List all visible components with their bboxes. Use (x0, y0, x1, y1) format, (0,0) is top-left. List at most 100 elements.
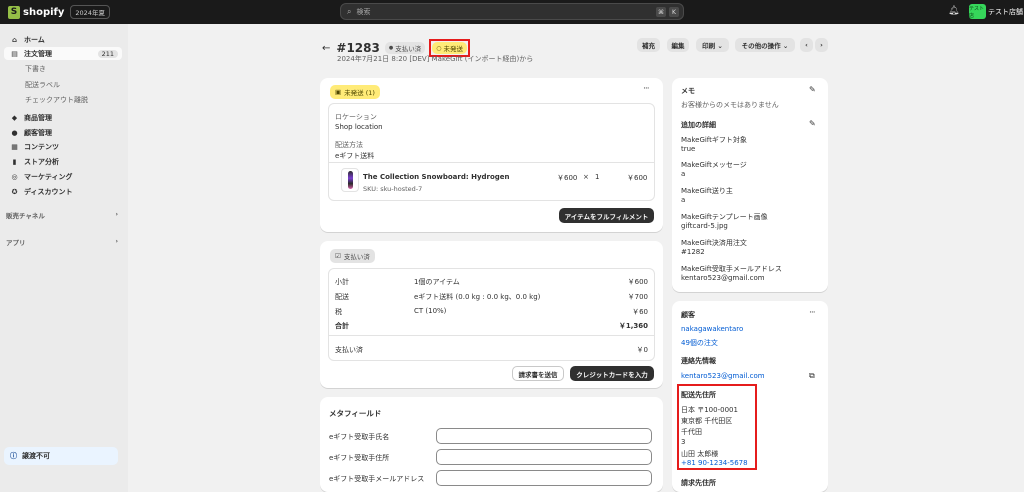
order-number: #1283 (336, 41, 380, 55)
section-label: アプリ (6, 239, 26, 247)
paid-badge: ☑ 支払い済 (330, 249, 375, 263)
sidebar-item-marketing[interactable]: ◎ マーケティング (4, 170, 122, 183)
sidebar-item-label: 顧客管理 (24, 128, 52, 137)
detail-value: giftcard-5.jpg (681, 222, 728, 230)
send-invoice-button[interactable]: 請求書を送信 (512, 366, 564, 381)
k-key-label: K (669, 7, 679, 17)
order-subtitle: 2024年7月21日 8:20 [DEV] MakeGift (インポート経由)… (337, 55, 534, 63)
sidebar-subitem-abandoned-checkouts[interactable]: チェックアウト離脱 (25, 95, 88, 105)
badge-label: 未発送 (443, 45, 463, 53)
contact-info-title: 連絡先情報 (681, 357, 716, 365)
next-order-button[interactable]: › (815, 38, 828, 52)
store-avatar[interactable]: テスト店 (969, 4, 986, 19)
product-thumbnail[interactable] (341, 168, 359, 192)
tax-label: 税 (335, 308, 342, 316)
customer-name-link[interactable]: nakagawakentaro (681, 325, 743, 333)
print-button[interactable]: 印刷 ⌄ (696, 38, 729, 52)
detail-value: true (681, 145, 696, 153)
enter-credit-card-button[interactable]: クレジットカードを入力 (570, 366, 654, 381)
detail-value: #1282 (681, 248, 705, 256)
non-transferable-banner[interactable]: ⓘ 譲渡不可 (4, 447, 118, 465)
detail-value: a (681, 170, 686, 178)
detail-label: MakeGiftメッセージ (681, 161, 747, 169)
previous-order-button[interactable]: ‹ (800, 38, 813, 52)
detail-value: kentaro523@gmail.com (681, 274, 765, 282)
status-dot-icon: ● (388, 45, 394, 51)
restock-button[interactable]: 補充 (637, 38, 660, 52)
shipping-amount: ￥700 (627, 293, 648, 301)
metafields-card: メタフィールド eギフト受取手氏名 eギフト受取手住所 eギフト受取手メールアド… (320, 397, 663, 492)
sidebar-section-sales-channels[interactable]: 販売チャネル › (6, 210, 118, 220)
edit-button[interactable]: 編集 (667, 38, 689, 52)
sidebar-item-content[interactable]: ▦ コンテンツ (4, 140, 122, 153)
payment-status-badge: ● 支払い済 (384, 42, 426, 54)
customer-title: 顧客 (681, 311, 695, 319)
subtotal-label: 小計 (335, 278, 349, 286)
edit-pencil-icon[interactable]: ✎ (809, 119, 816, 128)
sidebar-subitem-shipping-labels[interactable]: 配送ラベル (25, 80, 60, 90)
recipient-email-input[interactable] (436, 470, 652, 486)
sidebar-item-label: コンテンツ (24, 142, 59, 151)
payment-card: ☑ 支払い済 小計 1個のアイテム ￥600 配送 eギフト送料 (0.0 kg… (320, 241, 663, 388)
customer-email-link[interactable]: kentaro523@gmail.com (681, 372, 765, 380)
sidebar-item-analytics[interactable]: ▮ ストア分析 (4, 155, 122, 168)
sidebar-item-home[interactable]: ⌂ ホーム (4, 33, 122, 46)
sidebar-item-products[interactable]: ◆ 商品管理 (4, 111, 122, 124)
command-key-icon: ⌘ (656, 7, 666, 17)
customer-orders-link[interactable]: 49個の注文 (681, 338, 718, 348)
shipping-method-label: 配送方法 (335, 141, 363, 149)
store-name[interactable]: テスト店舗 (988, 7, 1023, 17)
line-total: ￥600 (627, 174, 648, 182)
sidebar: ⌂ ホーム ▤ 注文管理 211 下書き 配送ラベル チェックアウト離脱 ◆ 商… (0, 24, 128, 492)
shopify-logo[interactable]: S shopify 2024年夏 (8, 5, 110, 19)
sidebar-item-label: ホーム (24, 35, 45, 44)
location-label: ロケーション (335, 113, 377, 121)
sidebar-item-label: ディスカウント (24, 187, 73, 196)
bell-icon[interactable]: 🔔︎ (948, 6, 959, 16)
sidebar-subitem-drafts[interactable]: 下書き (25, 64, 46, 74)
detail-value: a (681, 196, 686, 204)
orders-count-badge: 211 (97, 49, 118, 58)
edit-pencil-icon[interactable]: ✎ (809, 85, 816, 94)
product-name[interactable]: The Collection Snowboard: Hydrogen (363, 173, 510, 181)
product-sku: SKU: sku-hosted-7 (363, 185, 423, 193)
memo-title: メモ (681, 87, 695, 95)
back-arrow-icon[interactable]: ← (322, 43, 330, 54)
copy-icon[interactable]: ⧉ (809, 371, 815, 381)
recipient-name-input[interactable] (436, 428, 652, 444)
unfulfilled-badge: ▣ 未発送 (1) (330, 85, 380, 99)
more-actions-button[interactable]: その他の操作 ⌄ (735, 38, 795, 52)
edition-badge: 2024年夏 (70, 5, 110, 19)
section-label: 販売チャネル (6, 212, 45, 220)
sidebar-item-orders[interactable]: ▤ 注文管理 211 (4, 47, 122, 60)
banner-label: 譲渡不可 (22, 452, 50, 460)
more-options-icon[interactable]: ··· (809, 308, 816, 318)
quantity: 1 (595, 173, 600, 181)
info-icon: ⓘ (10, 452, 17, 460)
tax-desc: CT (10%) (414, 307, 447, 315)
unit-price: ￥600 (557, 174, 578, 182)
times-sign: × (583, 173, 589, 181)
chevron-right-icon: › (115, 210, 118, 218)
shipping-method-value: eギフト送料 (335, 152, 375, 160)
sidebar-item-label: 注文管理 (24, 49, 52, 58)
memo-card: メモ ✎ お客様からのメモはありません 追加の詳細 ✎ MakeGiftギフト対… (672, 78, 828, 292)
tax-amount: ￥60 (632, 308, 648, 316)
more-options-icon[interactable]: ··· (643, 84, 650, 94)
fulfill-items-button[interactable]: アイテムをフルフィルメント (559, 208, 654, 223)
search-placeholder: 検索 (356, 7, 371, 16)
top-bar: S shopify 2024年夏 ⌕ 検索 ⌘ K 🔔︎ テスト店 テスト店舗 (0, 0, 1024, 24)
subtotal-desc: 1個のアイテム (414, 278, 460, 286)
person-icon: ● (11, 128, 18, 137)
search-bar[interactable]: ⌕ 検索 ⌘ K (340, 3, 684, 20)
fulfillment-details-box: ロケーション Shop location 配送方法 eギフト送料 The Col… (328, 103, 655, 201)
sidebar-section-apps[interactable]: アプリ › (6, 237, 118, 247)
recipient-address-input[interactable] (436, 449, 652, 465)
status-ring-icon: ○ (436, 44, 442, 52)
fulfillment-card: ▣ 未発送 (1) ··· ロケーション Shop location 配送方法 … (320, 78, 663, 232)
billing-address-title: 請求先住所 (681, 479, 716, 487)
sidebar-item-customers[interactable]: ● 顧客管理 (4, 126, 122, 139)
chevron-right-icon: › (115, 237, 118, 245)
detail-label: MakeGiftギフト対象 (681, 136, 747, 144)
sidebar-item-discounts[interactable]: ✪ ディスカウント (4, 185, 122, 198)
